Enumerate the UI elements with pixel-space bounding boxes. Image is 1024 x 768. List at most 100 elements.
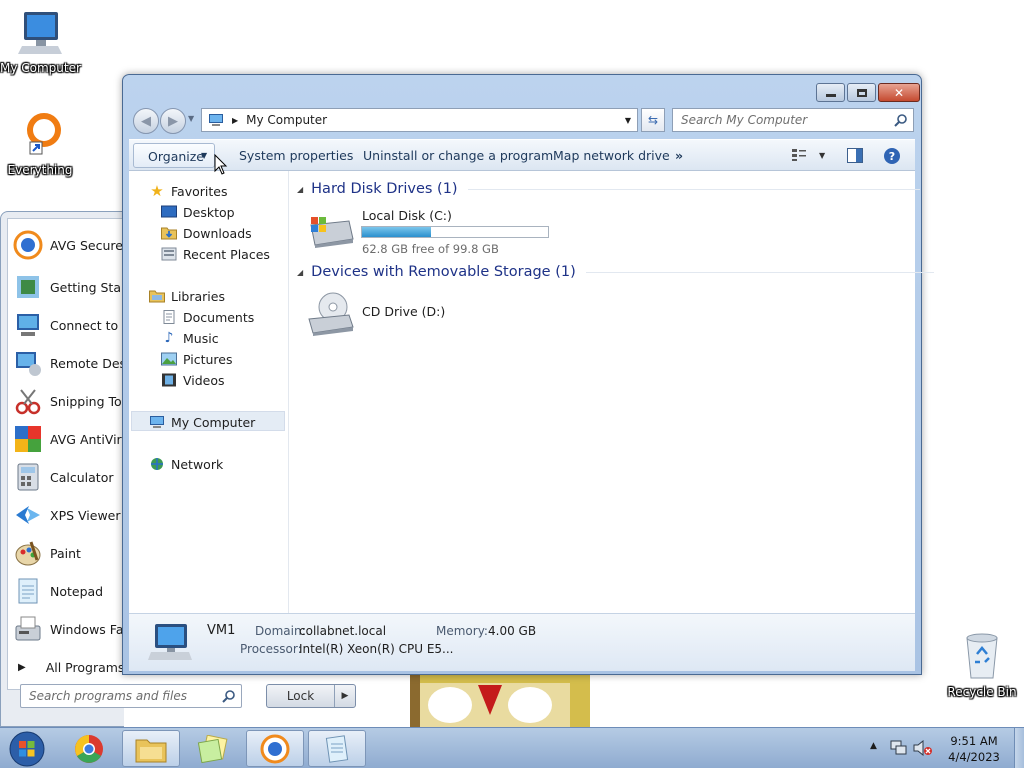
address-bar[interactable]: ▶ My Computer ▼	[201, 108, 638, 132]
help-icon[interactable]: ?	[883, 147, 901, 165]
downloads-folder-icon	[161, 225, 177, 241]
recent-places-icon	[161, 246, 177, 262]
nav-documents[interactable]: Documents	[161, 309, 254, 325]
star-icon: ★	[150, 182, 164, 200]
taskbar-sticky-notes[interactable]	[184, 730, 242, 767]
search-input[interactable]: Search My Computer	[672, 108, 914, 132]
nav-downloads[interactable]: Downloads	[161, 225, 252, 241]
start-item-paint[interactable]: Paint	[12, 535, 132, 571]
network-tray-icon[interactable]	[890, 740, 908, 756]
start-item-remote-desktop[interactable]: Remote Deskt	[12, 345, 132, 381]
libraries-icon	[149, 288, 165, 304]
everything-icon	[27, 113, 61, 155]
drive-cd-d[interactable]: CD Drive (D:)	[305, 289, 505, 339]
start-item-snipping-tool[interactable]: Snipping Too	[12, 383, 132, 419]
lock-options-arrow-icon[interactable]: ▶	[335, 685, 355, 707]
nav-desktop[interactable]: Desktop	[161, 204, 235, 220]
group-header-hard-disk-drives[interactable]: ◢ Hard Disk Drives (1)	[297, 181, 920, 197]
start-item-windows-fax[interactable]: Windows Fax	[12, 611, 132, 647]
desktop-icon-my-computer[interactable]: My Computer	[0, 10, 81, 75]
start-item-avg-secure-browser[interactable]: AVG Secure B	[12, 227, 132, 263]
start-item-calculator[interactable]: Calculator	[12, 459, 132, 495]
nav-favorites[interactable]: ★ Favorites	[149, 182, 227, 200]
taskbar-notepad[interactable]	[308, 730, 366, 767]
nav-pictures[interactable]: Pictures	[161, 351, 233, 367]
file-view: ◢ Hard Disk Drives (1) Local Disk (C:) 6…	[289, 171, 934, 613]
collapse-triangle-icon: ◢	[297, 184, 304, 194]
map-network-drive-button[interactable]: Map network drive	[553, 148, 670, 163]
close-button[interactable]: ✕	[878, 83, 920, 102]
show-hidden-icons-icon[interactable]: ▲	[870, 741, 877, 751]
details-pane: VM1 Domain: collabnet.local Memory: 4.00…	[129, 613, 915, 671]
more-commands-button[interactable]: »	[675, 148, 683, 163]
fax-icon	[12, 613, 44, 645]
volume-muted-icon[interactable]	[913, 740, 933, 756]
organize-button[interactable]: Organize ▼	[133, 143, 215, 168]
start-button[interactable]	[4, 730, 50, 767]
scissors-icon	[12, 385, 44, 417]
nav-my-computer[interactable]: My Computer	[149, 414, 255, 430]
command-bar: Organize ▼ System properties Uninstall o…	[129, 139, 915, 171]
preview-pane-icon[interactable]	[847, 148, 863, 163]
lock-button[interactable]: Lock ▶	[266, 684, 356, 708]
start-item-notepad[interactable]: Notepad	[12, 573, 132, 609]
recent-pages-icon[interactable]: ▼	[188, 114, 194, 123]
minimize-icon	[825, 93, 836, 97]
start-search-input[interactable]: Search programs and files	[20, 684, 242, 708]
address-dropdown-icon[interactable]: ▼	[625, 116, 631, 125]
desktop-icon-everything[interactable]: Everything	[0, 112, 80, 177]
maximize-button[interactable]	[847, 83, 876, 102]
calculator-icon	[12, 461, 44, 493]
svg-text:?: ?	[889, 150, 895, 163]
music-note-icon: ♪	[164, 330, 174, 346]
desktop-icon-label: My Computer	[0, 61, 81, 75]
uninstall-program-button[interactable]: Uninstall or change a program	[363, 148, 553, 163]
start-item-getting-started[interactable]: Getting Starte	[12, 269, 132, 305]
start-item-avg-antivirus[interactable]: AVG AntiVirus	[12, 421, 132, 457]
documents-icon	[161, 309, 177, 325]
breadcrumb[interactable]: My Computer	[246, 113, 327, 127]
nav-libraries[interactable]: Libraries	[149, 288, 225, 304]
start-menu: AVG Secure B Getting Starte Connect to a…	[0, 211, 132, 727]
drive-local-disk-c[interactable]: Local Disk (C:) 62.8 GB free of 99.8 GB	[305, 205, 565, 256]
clock-time: 9:51 AM	[950, 734, 998, 748]
nav-recent-places[interactable]: Recent Places	[161, 246, 270, 262]
desktop-icon-recycle-bin[interactable]: Recycle Bin	[942, 632, 1022, 699]
show-desktop-button[interactable]	[1014, 728, 1024, 768]
collapse-triangle-icon: ◢	[297, 267, 304, 277]
notepad-icon	[12, 575, 44, 607]
refresh-button[interactable]: ⇆	[641, 108, 665, 132]
projector-icon	[12, 309, 44, 341]
nav-videos[interactable]: Videos	[161, 372, 225, 388]
avg-browser-icon	[260, 734, 290, 763]
pictures-icon	[161, 351, 177, 367]
start-item-xps-viewer[interactable]: XPS Viewer	[12, 497, 132, 533]
breadcrumb-arrow-icon[interactable]: ▶	[232, 116, 238, 125]
start-item-connect-projector[interactable]: Connect to a	[12, 307, 132, 343]
forward-button[interactable]: ▶	[160, 108, 186, 134]
memory-value: 4.00 GB	[488, 624, 537, 638]
back-button[interactable]: ◀	[133, 108, 159, 134]
group-header-removable-storage[interactable]: ◢ Devices with Removable Storage (1)	[297, 264, 934, 280]
search-icon	[222, 690, 235, 703]
nav-music[interactable]: ♪ Music	[161, 330, 219, 346]
mouse-cursor-icon	[214, 154, 228, 175]
nav-network[interactable]: Network	[149, 456, 223, 472]
system-properties-button[interactable]: System properties	[239, 148, 353, 163]
avg-browser-icon	[12, 229, 44, 261]
all-programs-button[interactable]: ▶ All Programs	[18, 657, 128, 677]
desktop-icon-label: Everything	[7, 163, 73, 177]
taskbar-explorer[interactable]	[122, 730, 180, 767]
network-icon	[149, 456, 165, 472]
system-clock[interactable]: 9:51 AM 4/4/2023	[940, 733, 1008, 765]
taskbar-chrome[interactable]	[60, 730, 118, 767]
change-view-button[interactable]: ▼	[791, 147, 827, 163]
minimize-button[interactable]	[816, 83, 845, 102]
forward-arrow-icon: ▶	[168, 113, 178, 129]
folder-icon	[135, 739, 167, 762]
cd-drive-icon	[308, 292, 354, 336]
disk-usage-bar	[361, 226, 549, 238]
processor-value: Intel(R) Xeon(R) CPU E5...	[299, 642, 454, 656]
taskbar-avg-browser[interactable]	[246, 730, 304, 767]
back-arrow-icon: ◀	[141, 113, 151, 129]
